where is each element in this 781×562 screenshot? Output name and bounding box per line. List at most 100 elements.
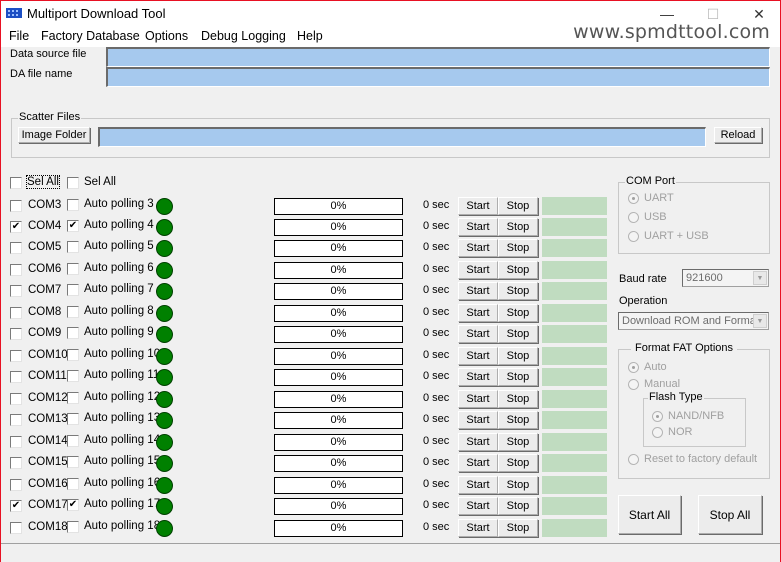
com-checkbox[interactable] bbox=[10, 350, 22, 362]
stop-button[interactable]: Stop bbox=[498, 519, 538, 537]
stop-button[interactable]: Stop bbox=[498, 325, 538, 343]
com-checkbox[interactable]: ✔ bbox=[10, 500, 22, 512]
reset-factory-radio[interactable] bbox=[628, 454, 639, 465]
com-checkbox[interactable] bbox=[10, 371, 22, 383]
scatter-path-field[interactable] bbox=[98, 127, 706, 147]
start-button[interactable]: Start bbox=[458, 433, 498, 451]
com-label: COM13 bbox=[28, 413, 68, 425]
image-folder-button[interactable]: Image Folder bbox=[18, 127, 90, 143]
da-file-field[interactable] bbox=[106, 67, 770, 87]
stop-button[interactable]: Stop bbox=[498, 218, 538, 236]
com-port-title: COM Port bbox=[625, 175, 676, 187]
start-button[interactable]: Start bbox=[458, 476, 498, 494]
brand-watermark: www.spmdttool.com bbox=[573, 21, 770, 43]
start-button[interactable]: Start bbox=[458, 218, 498, 236]
start-button[interactable]: Start bbox=[458, 411, 498, 429]
com-checkbox[interactable] bbox=[10, 436, 22, 448]
com-checkbox[interactable] bbox=[10, 242, 22, 254]
operation-select[interactable]: Download ROM and Forma ▼ bbox=[618, 312, 769, 330]
menu-debug-logging[interactable]: Debug Logging bbox=[201, 29, 286, 43]
com-checkbox[interactable] bbox=[10, 479, 22, 491]
stop-button[interactable]: Stop bbox=[498, 347, 538, 365]
stop-button[interactable]: Stop bbox=[498, 454, 538, 472]
auto-polling-checkbox[interactable] bbox=[67, 199, 79, 211]
stop-button[interactable]: Stop bbox=[498, 390, 538, 408]
auto-polling-checkbox[interactable] bbox=[67, 349, 79, 361]
auto-polling-checkbox[interactable]: ✔ bbox=[67, 499, 79, 511]
select-all-com-checkbox[interactable] bbox=[10, 177, 22, 189]
data-source-field[interactable] bbox=[106, 47, 770, 67]
auto-polling-checkbox[interactable] bbox=[67, 306, 79, 318]
start-button[interactable]: Start bbox=[458, 497, 498, 515]
nor-radio[interactable] bbox=[652, 427, 663, 438]
stop-all-button[interactable]: Stop All bbox=[698, 495, 762, 534]
com-checkbox[interactable] bbox=[10, 457, 22, 469]
auto-polling-checkbox[interactable] bbox=[67, 241, 79, 253]
auto-polling-checkbox[interactable] bbox=[67, 521, 79, 533]
stop-button[interactable]: Stop bbox=[498, 368, 538, 386]
com-checkbox[interactable] bbox=[10, 285, 22, 297]
auto-polling-checkbox[interactable] bbox=[67, 392, 79, 404]
operation-label: Operation bbox=[619, 295, 668, 307]
auto-polling-checkbox[interactable]: ✔ bbox=[67, 220, 79, 232]
stop-button[interactable]: Stop bbox=[498, 411, 538, 429]
port-row: COM8 Auto polling 8 0% 0 sec Start Stop bbox=[1, 303, 611, 324]
com-checkbox[interactable] bbox=[10, 393, 22, 405]
stop-button[interactable]: Stop bbox=[498, 476, 538, 494]
stop-button[interactable]: Stop bbox=[498, 261, 538, 279]
auto-polling-checkbox[interactable] bbox=[67, 263, 79, 275]
menu-file[interactable]: File bbox=[9, 29, 29, 43]
baud-rate-select[interactable]: 921600 ▼ bbox=[682, 269, 769, 287]
start-button[interactable]: Start bbox=[458, 368, 498, 386]
start-button[interactable]: Start bbox=[458, 390, 498, 408]
usb-radio[interactable] bbox=[628, 212, 639, 223]
menu-factory-database[interactable]: Factory Database bbox=[41, 29, 140, 43]
select-all-poll-label[interactable]: Sel All bbox=[84, 176, 116, 188]
com-checkbox[interactable] bbox=[10, 307, 22, 319]
stop-button[interactable]: Stop bbox=[498, 239, 538, 257]
start-button[interactable]: Start bbox=[458, 197, 498, 215]
stop-button[interactable]: Stop bbox=[498, 197, 538, 215]
start-button[interactable]: Start bbox=[458, 261, 498, 279]
start-button[interactable]: Start bbox=[458, 282, 498, 300]
auto-polling-checkbox[interactable] bbox=[67, 456, 79, 468]
select-all-poll-checkbox[interactable] bbox=[67, 177, 79, 189]
stop-button[interactable]: Stop bbox=[498, 282, 538, 300]
auto-polling-label: Auto polling 12 bbox=[84, 391, 161, 403]
uart-radio[interactable] bbox=[628, 193, 639, 204]
stop-button[interactable]: Stop bbox=[498, 433, 538, 451]
start-button[interactable]: Start bbox=[458, 239, 498, 257]
select-all-com-label[interactable]: Sel All bbox=[26, 175, 60, 189]
start-button[interactable]: Start bbox=[458, 454, 498, 472]
com-checkbox[interactable] bbox=[10, 522, 22, 534]
com-checkbox[interactable] bbox=[10, 414, 22, 426]
com-checkbox[interactable] bbox=[10, 264, 22, 276]
menu-help[interactable]: Help bbox=[297, 29, 323, 43]
format-manual-radio[interactable] bbox=[628, 379, 639, 390]
port-status-cell bbox=[542, 368, 607, 386]
stop-button[interactable]: Stop bbox=[498, 304, 538, 322]
port-status-cell bbox=[542, 433, 607, 451]
start-button[interactable]: Start bbox=[458, 347, 498, 365]
da-file-label: DA file name bbox=[10, 68, 73, 80]
auto-polling-checkbox[interactable] bbox=[67, 370, 79, 382]
start-button[interactable]: Start bbox=[458, 304, 498, 322]
auto-polling-checkbox[interactable] bbox=[67, 284, 79, 296]
stop-button[interactable]: Stop bbox=[498, 497, 538, 515]
start-button[interactable]: Start bbox=[458, 519, 498, 537]
reload-button[interactable]: Reload bbox=[714, 127, 762, 143]
auto-polling-checkbox[interactable] bbox=[67, 435, 79, 447]
status-led-icon bbox=[156, 520, 173, 537]
menu-options[interactable]: Options bbox=[145, 29, 188, 43]
format-auto-radio[interactable] bbox=[628, 362, 639, 373]
start-button[interactable]: Start bbox=[458, 325, 498, 343]
start-all-button[interactable]: Start All bbox=[618, 495, 681, 534]
auto-polling-checkbox[interactable] bbox=[67, 327, 79, 339]
com-checkbox[interactable] bbox=[10, 328, 22, 340]
com-checkbox[interactable]: ✔ bbox=[10, 221, 22, 233]
nand-radio[interactable] bbox=[652, 411, 663, 422]
com-checkbox[interactable] bbox=[10, 200, 22, 212]
uart-usb-radio[interactable] bbox=[628, 231, 639, 242]
auto-polling-checkbox[interactable] bbox=[67, 478, 79, 490]
auto-polling-checkbox[interactable] bbox=[67, 413, 79, 425]
